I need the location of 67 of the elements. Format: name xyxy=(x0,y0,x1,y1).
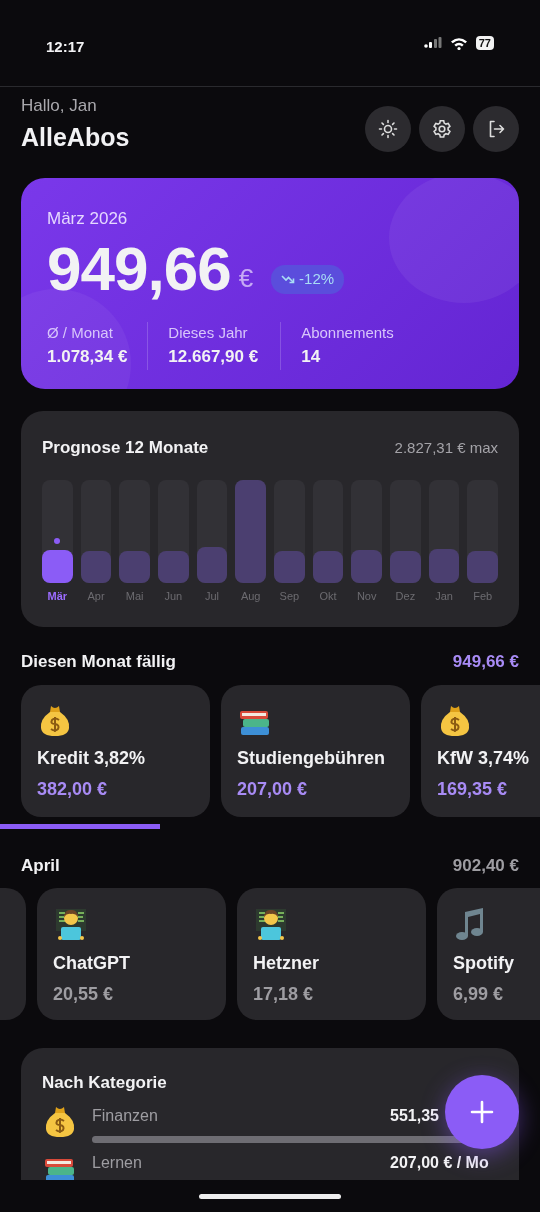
max-value: 2.827,31 € max xyxy=(394,437,498,458)
month-label: März 2026 xyxy=(47,208,129,230)
subscription-name: Spotify xyxy=(453,952,515,975)
battery-level: 77 xyxy=(475,36,494,50)
card-title: Prognose 12 Monate xyxy=(42,437,209,459)
greeting-text: Hallo, Jan xyxy=(21,95,98,117)
currency-symbol: € xyxy=(238,261,254,295)
sun-icon xyxy=(378,118,398,139)
wifi-icon xyxy=(449,36,468,50)
section-total: 949,66 € xyxy=(452,651,519,673)
section-total: 902,40 € xyxy=(452,854,519,877)
trend-down-icon xyxy=(281,274,296,285)
stat-value: 1.078,34 € xyxy=(47,346,128,368)
stat-value: 12.667,90 € xyxy=(168,346,259,368)
settings-icon xyxy=(432,118,452,139)
subscription-name: KfW 3,74% xyxy=(437,746,531,770)
settings-button[interactable] xyxy=(419,105,465,152)
subscription-amount: 6,99 € xyxy=(453,983,505,1006)
month-label[interactable]: Mär xyxy=(47,587,68,604)
person-laptop-icon xyxy=(253,906,289,942)
trend-badge: -12% xyxy=(271,265,345,294)
category-amount: 551,35 xyxy=(390,1106,439,1124)
app-title: AlleAbos xyxy=(21,121,130,153)
category-name: Lernen xyxy=(92,1152,142,1173)
theme-button[interactable] xyxy=(365,105,411,152)
card-title: Nach Kategorie xyxy=(42,1072,167,1094)
subscription-card[interactable]: Spotify 6,99 € xyxy=(437,888,540,1020)
subscription-name: Studiengebühren xyxy=(237,746,386,770)
signal-icon xyxy=(423,37,442,49)
month-label[interactable]: Okt xyxy=(319,587,337,604)
subscription-amount: 207,00 € xyxy=(237,777,309,801)
month-label[interactable]: Sep xyxy=(279,587,300,604)
month-label[interactable]: Jun xyxy=(164,587,183,604)
stat-value: 14 xyxy=(301,346,322,368)
subscription-name: Kredit 3,82% xyxy=(37,746,147,770)
month-label[interactable]: Feb xyxy=(473,587,493,604)
subscription-card[interactable]: Kredit 3,82% 382,00 € xyxy=(21,684,210,817)
category-amount: 207,00 € / Mo xyxy=(390,1153,489,1171)
subscription-amount: 17,18 € xyxy=(253,983,315,1006)
subscription-card[interactable]: ChatGPT 20,55 € xyxy=(37,888,226,1020)
subscription-card[interactable]: KfW 3,74% 169,35 € xyxy=(421,684,540,817)
category-name: Finanzen xyxy=(92,1105,158,1126)
plus-icon xyxy=(470,1100,494,1124)
month-label[interactable]: Jan xyxy=(435,587,453,604)
person-laptop-icon xyxy=(53,906,89,942)
subscription-card[interactable]: Studiengebühren 207,00 € xyxy=(221,684,410,817)
month-label[interactable]: Nov xyxy=(356,587,377,604)
month-label[interactable]: Apr xyxy=(87,587,105,604)
subscription-card[interactable]: Hetzner 17,18 € xyxy=(237,888,426,1020)
stat-label: Ø / Monat xyxy=(47,322,114,343)
month-label[interactable]: Jul xyxy=(205,587,220,604)
stat-label: Abonnements xyxy=(301,322,394,343)
stat-label: Dieses Jahr xyxy=(168,322,249,343)
subscription-amount: 382,00 € xyxy=(37,777,109,801)
month-label[interactable]: Mai xyxy=(125,587,144,604)
section-title: April xyxy=(21,854,60,877)
month-label[interactable]: Aug xyxy=(240,587,261,604)
section-title: Diesen Monat fällig xyxy=(21,651,176,673)
selected-dot xyxy=(54,537,61,544)
subscription-name: Hetzner xyxy=(253,952,320,975)
subscription-name: ChatGPT xyxy=(53,952,131,975)
subscription-amount: 169,35 € xyxy=(437,777,509,801)
total-amount: 949,66 xyxy=(47,237,231,300)
subscription-amount: 20,55 € xyxy=(53,983,115,1006)
month-label[interactable]: Dez xyxy=(395,587,416,604)
clock-time: 12:17 xyxy=(46,37,85,57)
logout-button[interactable] xyxy=(473,105,519,152)
